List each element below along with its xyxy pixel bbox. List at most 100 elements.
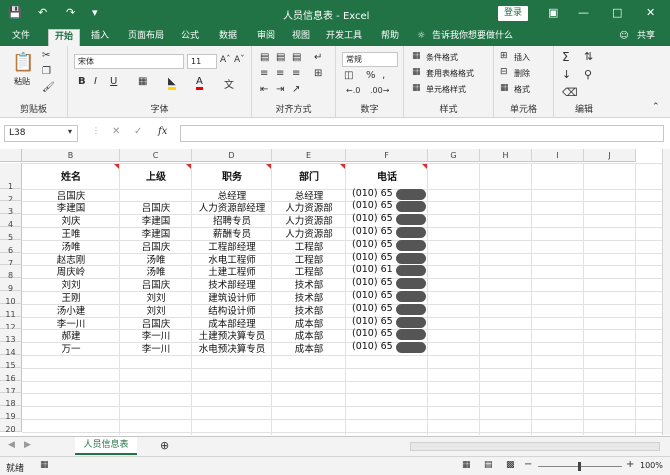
clear-icon[interactable]: ⌫: [562, 86, 578, 99]
percent-button[interactable]: %: [366, 70, 376, 81]
zoom-slider-thumb[interactable]: [578, 462, 581, 471]
paste-icon[interactable]: 📋: [12, 52, 34, 73]
sheet-tab[interactable]: 人员信息表: [75, 437, 137, 455]
row-header[interactable]: 9: [0, 278, 22, 293]
horizontal-scrollbar[interactable]: [410, 442, 660, 451]
sort-filter-icon[interactable]: ⇅: [584, 50, 593, 63]
border-icon[interactable]: ▦: [138, 76, 147, 87]
align-bottom-icon[interactable]: ▤: [292, 52, 301, 63]
customize-quick-access-icon[interactable]: ▾: [92, 6, 98, 19]
maximize-icon[interactable]: □: [612, 6, 622, 19]
fill-icon[interactable]: ↓: [562, 68, 571, 81]
data-cell[interactable]: 水电预决算专员: [192, 341, 272, 355]
save-icon[interactable]: 💾: [8, 6, 22, 19]
font-name-select[interactable]: 宋体: [74, 54, 184, 69]
paste-button[interactable]: 粘贴: [14, 76, 30, 87]
decrease-font-icon[interactable]: Aˇ: [234, 55, 245, 65]
enter-icon[interactable]: ✓: [134, 126, 142, 137]
ribbon-display-icon[interactable]: ▣: [548, 6, 558, 19]
row-header[interactable]: 12: [0, 316, 22, 332]
underline-button[interactable]: U: [110, 76, 117, 87]
tab-file[interactable]: 文件: [6, 29, 36, 46]
zoom-level[interactable]: 100%: [640, 461, 663, 470]
data-cell[interactable]: 万一: [22, 341, 120, 355]
row-header[interactable]: 11: [0, 303, 22, 319]
row-header[interactable]: 7: [0, 252, 22, 268]
redo-icon[interactable]: ↷: [66, 6, 75, 19]
page-break-view-icon[interactable]: ▩: [506, 460, 515, 470]
formula-input[interactable]: [180, 125, 664, 142]
normal-view-icon[interactable]: ▦: [462, 460, 471, 470]
header-cell[interactable]: 职务: [192, 168, 272, 183]
tab-review[interactable]: 审阅: [250, 29, 282, 46]
autosum-icon[interactable]: Σ: [562, 50, 570, 64]
tell-me-search[interactable]: 告诉我你想要做什么: [432, 29, 522, 46]
data-cell[interactable]: 李一川: [120, 341, 192, 355]
increase-font-icon[interactable]: Aˆ: [220, 55, 231, 65]
row-header[interactable]: 14: [0, 342, 22, 357]
cancel-icon[interactable]: ✕: [112, 126, 120, 137]
row-header[interactable]: 18: [0, 393, 22, 408]
comma-style-icon[interactable]: ‚: [382, 70, 385, 81]
decrease-indent-icon[interactable]: ⇤: [260, 84, 268, 95]
select-all-corner[interactable]: [0, 149, 22, 162]
row-header[interactable]: 20: [0, 419, 22, 434]
tab-page-layout[interactable]: 页面布局: [122, 29, 170, 46]
increase-indent-icon[interactable]: ⇥: [276, 84, 284, 95]
find-select-icon[interactable]: ⚲: [584, 68, 592, 81]
format-as-table-button[interactable]: 套用表格格式: [426, 68, 474, 79]
insert-function-button[interactable]: fx: [158, 126, 167, 137]
header-cell[interactable]: 电话: [346, 168, 428, 183]
column-header[interactable]: B: [22, 149, 120, 162]
vertical-scrollbar[interactable]: [662, 149, 670, 435]
name-box[interactable]: L38: [4, 125, 78, 142]
align-right-icon[interactable]: ≡: [292, 68, 300, 79]
cell-styles-button[interactable]: 单元格样式: [426, 84, 466, 95]
row-header[interactable]: 1: [0, 163, 22, 191]
zoom-out-icon[interactable]: −: [524, 459, 532, 470]
font-size-select[interactable]: 11: [187, 54, 217, 69]
fill-color-icon[interactable]: ◣: [168, 76, 176, 90]
column-header[interactable]: C: [120, 149, 192, 162]
column-header[interactable]: F: [346, 149, 428, 162]
format-cells-button[interactable]: 格式: [514, 84, 530, 95]
copy-icon[interactable]: ❐: [42, 66, 51, 77]
bold-button[interactable]: B: [78, 76, 86, 87]
merge-center-icon[interactable]: ⊞: [314, 68, 322, 79]
collapse-ribbon-icon[interactable]: ⌃: [652, 102, 660, 112]
data-cell[interactable]: 成本部: [272, 341, 346, 355]
column-header[interactable]: I: [532, 149, 584, 162]
row-header[interactable]: 6: [0, 239, 22, 255]
row-header[interactable]: 2: [0, 188, 22, 204]
tab-view[interactable]: 视图: [285, 29, 317, 46]
orientation-icon[interactable]: ↗: [292, 84, 300, 95]
row-header[interactable]: 17: [0, 380, 22, 396]
undo-icon[interactable]: ↶: [38, 6, 47, 19]
wrap-text-icon[interactable]: ↵: [314, 52, 322, 63]
increase-decimal-icon[interactable]: ←.0: [346, 86, 360, 95]
phonetic-icon[interactable]: 文: [224, 76, 234, 91]
tab-insert[interactable]: 插入: [84, 29, 116, 46]
cut-icon[interactable]: ✂: [42, 50, 50, 61]
row-header[interactable]: 4: [0, 214, 22, 229]
scroll-sheets-right-icon[interactable]: ▶: [24, 440, 31, 450]
font-color-icon[interactable]: A: [196, 76, 203, 90]
column-header[interactable]: E: [272, 149, 346, 162]
name-box-dropdown-icon[interactable]: ▾: [68, 127, 72, 136]
accounting-icon[interactable]: ◫: [344, 70, 353, 81]
page-layout-view-icon[interactable]: ▤: [484, 460, 493, 470]
tab-home[interactable]: 开始: [48, 29, 80, 46]
macro-record-icon[interactable]: ▦: [40, 460, 49, 470]
row-header[interactable]: 13: [0, 329, 22, 344]
login-button[interactable]: 登录: [498, 6, 528, 21]
new-sheet-icon[interactable]: ⊕: [160, 439, 169, 452]
tab-developer[interactable]: 开发工具: [320, 29, 368, 46]
tab-help[interactable]: 帮助: [374, 29, 406, 46]
share-button[interactable]: 共享: [632, 29, 660, 46]
header-cell[interactable]: 上级: [120, 168, 192, 183]
column-header[interactable]: D: [192, 149, 272, 162]
close-icon[interactable]: ✕: [646, 6, 655, 19]
row-header[interactable]: 10: [0, 291, 22, 306]
italic-button[interactable]: I: [94, 76, 97, 87]
align-middle-icon[interactable]: ▤: [276, 52, 285, 63]
